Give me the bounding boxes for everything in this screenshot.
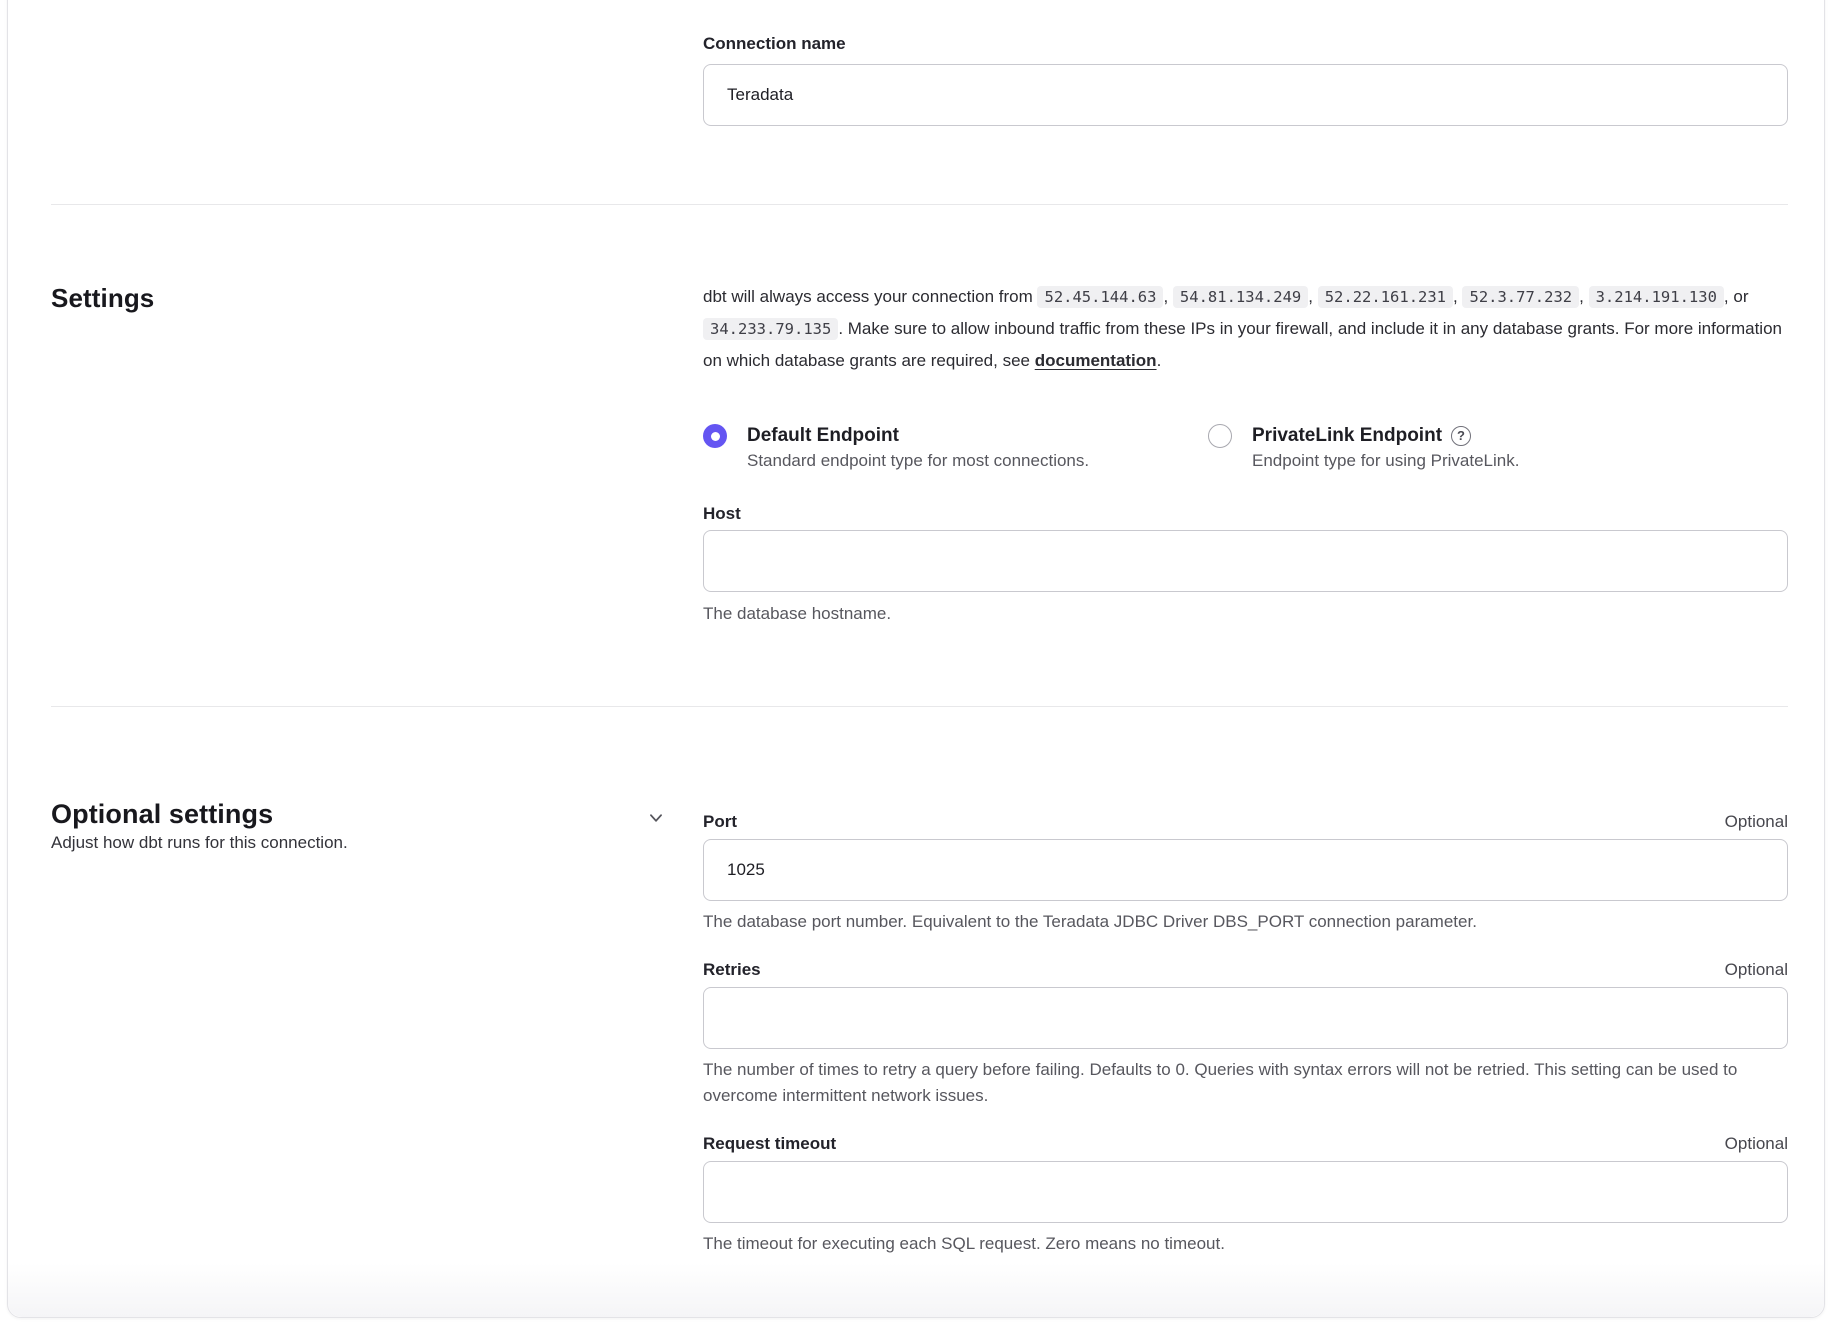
ip-address-chip: 52.45.144.63 xyxy=(1037,286,1163,308)
host-hint: The database hostname. xyxy=(703,601,1788,627)
ip-address-chip: 52.22.161.231 xyxy=(1318,286,1453,308)
host-field-block: Host The database hostname. xyxy=(703,503,1788,627)
request-timeout-label: Request timeout xyxy=(703,1133,836,1155)
request-timeout-input[interactable] xyxy=(703,1161,1788,1223)
settings-heading: Settings xyxy=(51,281,703,315)
collapse-section-button[interactable] xyxy=(643,805,669,831)
default-endpoint-option[interactable]: Default Endpoint Standard endpoint type … xyxy=(703,422,1208,473)
endpoint-type-radio-group: Default Endpoint Standard endpoint type … xyxy=(703,422,1788,473)
note-text: dbt will always access your connection f… xyxy=(703,287,1037,306)
port-hint: The database port number. Equivalent to … xyxy=(703,909,1788,935)
privatelink-endpoint-option[interactable]: PrivateLink Endpoint ? Endpoint type for… xyxy=(1208,422,1519,473)
retries-input[interactable] xyxy=(703,987,1788,1049)
ip-address-chip: 54.81.134.249 xyxy=(1173,286,1308,308)
optional-settings-subheading: Adjust how dbt runs for this connection. xyxy=(51,831,703,855)
radio-unselected-icon[interactable] xyxy=(1208,424,1232,448)
optional-badge: Optional xyxy=(1725,1134,1788,1154)
documentation-link[interactable]: documentation xyxy=(1035,351,1157,370)
host-input[interactable] xyxy=(703,530,1788,592)
note-text: , xyxy=(1163,287,1172,306)
ip-allowlist-note: dbt will always access your connection f… xyxy=(703,281,1788,376)
ip-address-chip: 52.3.77.232 xyxy=(1462,286,1579,308)
note-text: . xyxy=(1157,351,1162,370)
default-endpoint-label: Default Endpoint xyxy=(747,422,899,449)
retries-hint: The number of times to retry a query bef… xyxy=(703,1057,1788,1109)
privatelink-endpoint-label: PrivateLink Endpoint xyxy=(1252,422,1442,449)
default-endpoint-description: Standard endpoint type for most connecti… xyxy=(747,451,1089,470)
radio-selected-icon[interactable] xyxy=(703,424,727,448)
privatelink-endpoint-description: Endpoint type for using PrivateLink. xyxy=(1252,451,1519,470)
ip-address-chip: 34.233.79.135 xyxy=(703,318,838,340)
note-text: , xyxy=(1308,287,1317,306)
port-input[interactable] xyxy=(703,839,1788,901)
optional-badge: Optional xyxy=(1725,960,1788,980)
note-text: , xyxy=(1579,287,1588,306)
connection-name-label: Connection name xyxy=(703,33,1788,55)
connection-settings-card: Connection name Settings dbt will always… xyxy=(7,0,1825,1318)
connection-name-input[interactable] xyxy=(703,64,1788,126)
chevron-down-icon xyxy=(647,809,665,827)
ip-address-chip: 3.214.191.130 xyxy=(1589,286,1724,308)
request-timeout-field-block: Request timeout Optional The timeout for… xyxy=(703,1133,1788,1257)
port-field-block: Port Optional The database port number. … xyxy=(703,811,1788,935)
request-timeout-hint: The timeout for executing each SQL reque… xyxy=(703,1231,1788,1257)
host-label: Host xyxy=(703,503,1788,525)
note-text: , or xyxy=(1724,287,1749,306)
retries-label: Retries xyxy=(703,959,761,981)
note-text: . Make sure to allow inbound traffic fro… xyxy=(703,319,1782,370)
retries-field-block: Retries Optional The number of times to … xyxy=(703,959,1788,1109)
port-label: Port xyxy=(703,811,737,833)
help-icon[interactable]: ? xyxy=(1451,426,1471,446)
optional-settings-heading: Optional settings xyxy=(51,797,703,831)
optional-badge: Optional xyxy=(1725,812,1788,832)
